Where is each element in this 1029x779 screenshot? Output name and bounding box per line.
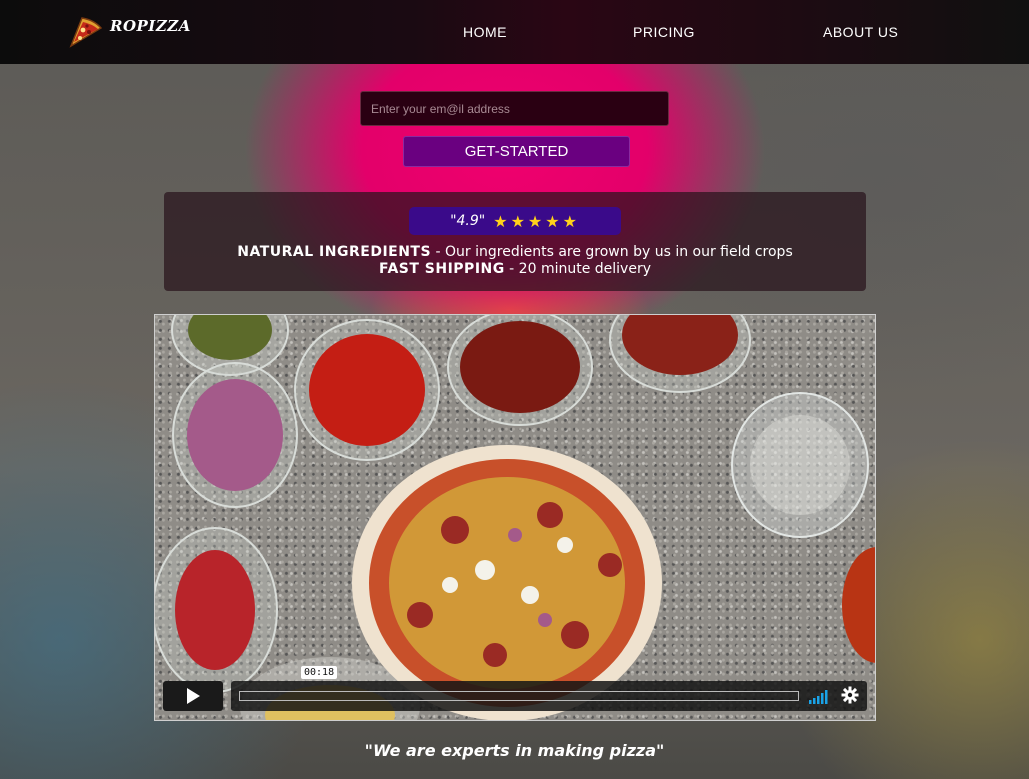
feature-title: FAST SHIPPING xyxy=(378,261,505,277)
pizza-slice-icon xyxy=(69,17,103,48)
nav-about-us[interactable]: ABOUT US xyxy=(823,24,898,40)
brand-name: ROPIZZA xyxy=(110,17,191,35)
features-panel: "4.9" ★★★★★ NATURAL INGREDIENTS - Our in… xyxy=(164,192,866,291)
feature-title: NATURAL INGREDIENTS xyxy=(237,244,432,260)
play-button[interactable] xyxy=(163,681,223,711)
rating-score: "4.9" xyxy=(450,213,486,229)
feature-fast-shipping: FAST SHIPPING - 20 minute delivery xyxy=(164,261,866,277)
progress-track[interactable] xyxy=(239,691,799,701)
rating-badge: "4.9" ★★★★★ xyxy=(409,207,621,235)
tagline: "We are experts in making pizza" xyxy=(364,741,665,760)
feature-natural-ingredients: NATURAL INGREDIENTS - Our ingredients ar… xyxy=(164,244,866,260)
navbar: ROPIZZA HOME PRICING ABOUT US xyxy=(0,0,1029,64)
volume-icon[interactable] xyxy=(809,688,831,704)
feature-text: - 20 minute delivery xyxy=(504,261,651,277)
video-controls: 00:18 xyxy=(163,666,867,711)
time-display: 00:18 xyxy=(301,666,338,679)
get-started-button[interactable]: GET-STARTED xyxy=(403,136,630,167)
video-player[interactable]: 00:18 xyxy=(154,314,876,721)
progress-bar-container: 00:18 xyxy=(231,666,867,711)
email-input[interactable] xyxy=(360,91,669,126)
play-icon xyxy=(187,688,200,704)
nav-pricing[interactable]: PRICING xyxy=(633,24,695,40)
rating-stars: ★★★★★ xyxy=(493,211,580,231)
nav-home[interactable]: HOME xyxy=(463,24,507,40)
settings-gear-icon[interactable] xyxy=(841,686,859,704)
pizza-video-image xyxy=(155,315,875,720)
brand-logo[interactable]: ROPIZZA xyxy=(68,14,191,50)
feature-text: - Our ingredients are grown by us in our… xyxy=(431,244,793,260)
